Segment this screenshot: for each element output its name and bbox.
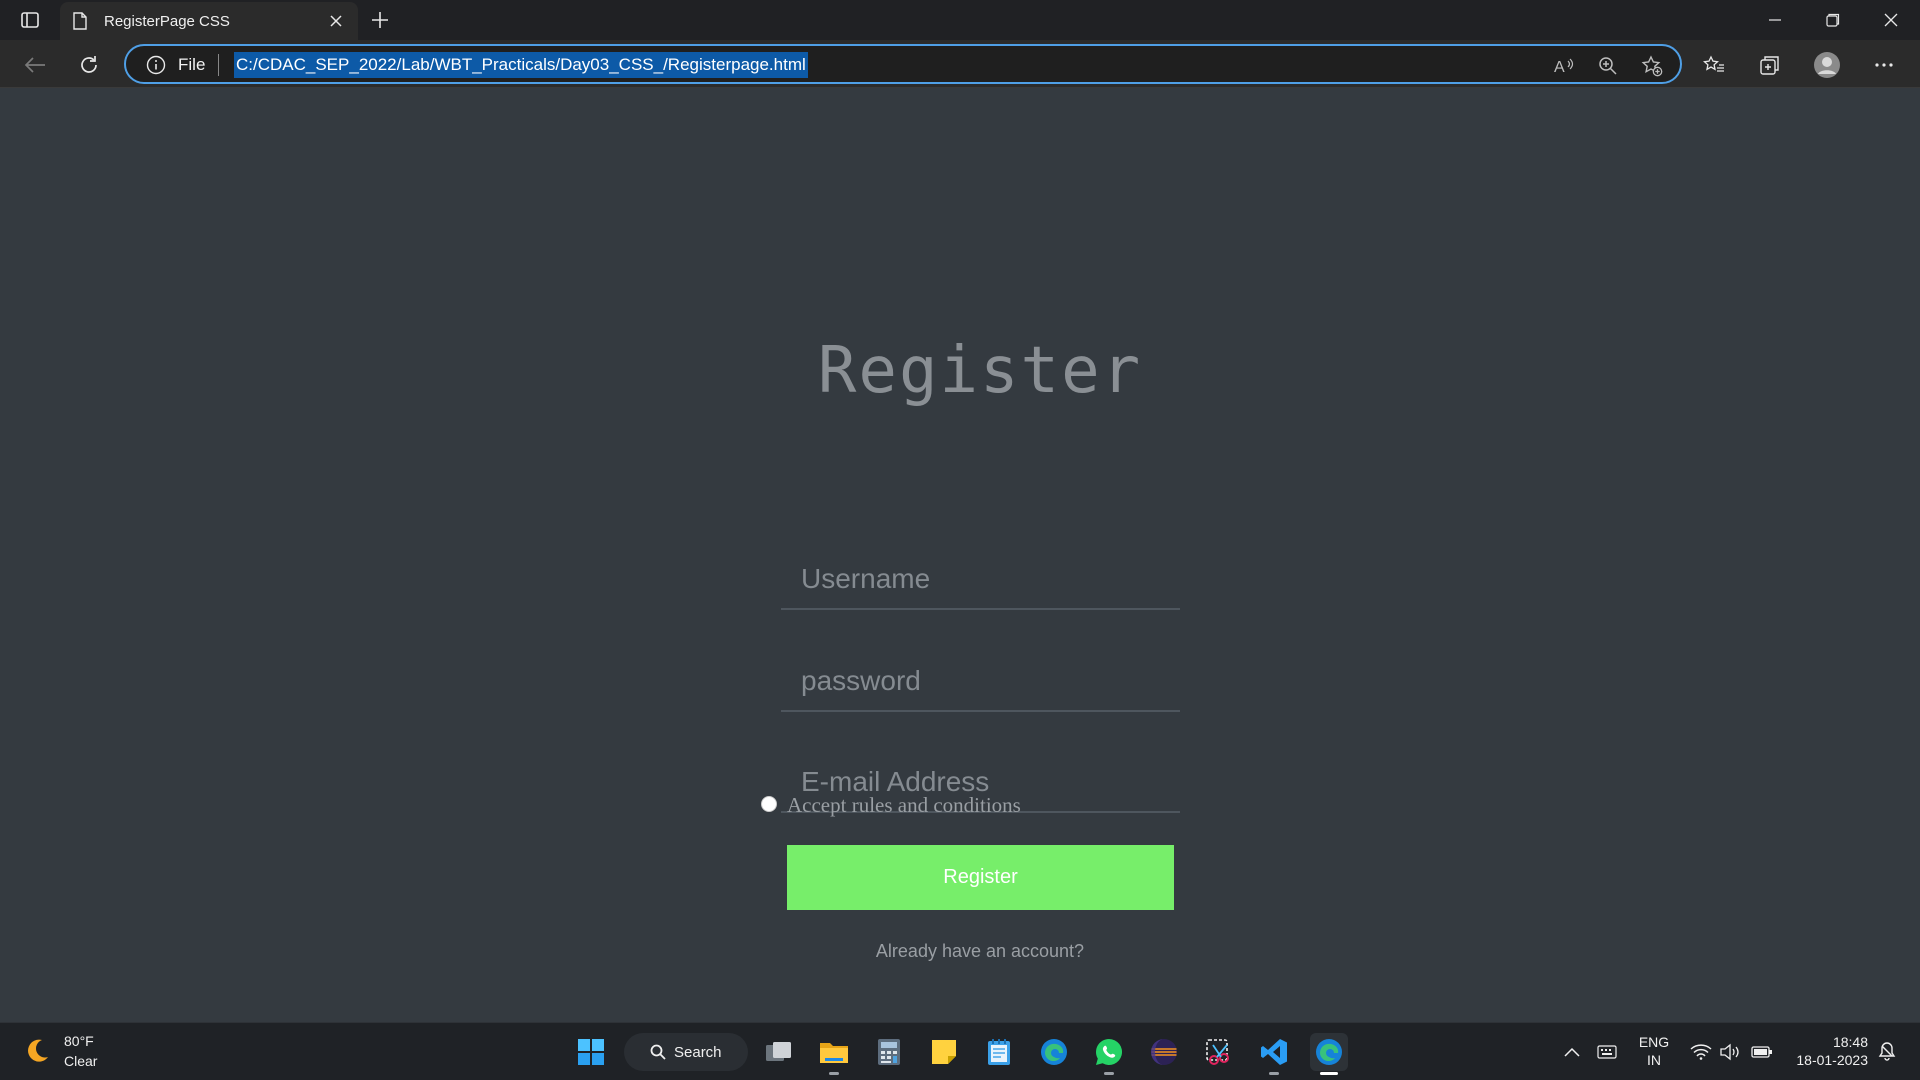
browser-tab-active[interactable]: RegisterPage CSS bbox=[60, 2, 358, 40]
login-link[interactable]: Already have an account? bbox=[780, 941, 1180, 962]
close-icon[interactable] bbox=[326, 11, 346, 31]
wifi-icon[interactable] bbox=[1690, 1041, 1712, 1063]
clock-date: 18-01-2023 bbox=[1796, 1052, 1868, 1068]
edge-icon[interactable] bbox=[1035, 1033, 1073, 1071]
search-label: Search bbox=[674, 1043, 722, 1061]
clock-time: 18:48 bbox=[1832, 1034, 1868, 1050]
browser-tab-bar: RegisterPage CSS bbox=[0, 0, 1920, 40]
svg-text:A: A bbox=[1554, 59, 1565, 76]
calculator-icon[interactable] bbox=[870, 1033, 908, 1071]
eclipse-icon[interactable] bbox=[1145, 1033, 1183, 1071]
weather-condition[interactable]: Clear bbox=[64, 1053, 97, 1069]
tab-title: RegisterPage CSS bbox=[104, 12, 230, 30]
snipping-tool-icon[interactable] bbox=[1200, 1033, 1238, 1071]
windows-icon[interactable] bbox=[572, 1033, 610, 1071]
address-scheme-label: File bbox=[178, 55, 206, 74]
notification-icon[interactable] bbox=[1876, 1041, 1898, 1063]
sticky-notes-icon[interactable] bbox=[925, 1033, 963, 1071]
password-input[interactable] bbox=[781, 652, 1180, 712]
favorites-icon[interactable] bbox=[1700, 51, 1728, 79]
profile-icon[interactable] bbox=[1813, 51, 1841, 79]
vscode-icon[interactable] bbox=[1255, 1033, 1293, 1075]
page-title: Register bbox=[817, 334, 1143, 408]
taskbar-clock[interactable]: 18:48 18-01-2023 bbox=[1790, 1033, 1868, 1069]
read-aloud-icon[interactable]: A bbox=[1552, 54, 1576, 78]
language-region: IN bbox=[1647, 1052, 1661, 1068]
edge-active-icon[interactable] bbox=[1310, 1033, 1348, 1075]
more-icon[interactable] bbox=[1870, 51, 1898, 79]
collections-icon[interactable] bbox=[1756, 51, 1784, 79]
terms-label: Accept rules and conditions bbox=[787, 793, 1021, 817]
language-indicator[interactable]: ENG IN bbox=[1638, 1033, 1670, 1069]
info-icon[interactable] bbox=[146, 55, 166, 75]
taskbar-search[interactable]: Search bbox=[624, 1033, 748, 1071]
volume-icon[interactable] bbox=[1720, 1041, 1742, 1063]
add-favorite-icon[interactable] bbox=[1640, 54, 1664, 78]
keyboard-icon[interactable] bbox=[1596, 1041, 1618, 1063]
notepad-icon[interactable] bbox=[980, 1033, 1018, 1071]
weather-temperature[interactable]: 80°F bbox=[64, 1033, 94, 1049]
refresh-icon[interactable] bbox=[76, 52, 102, 78]
battery-icon[interactable] bbox=[1751, 1041, 1773, 1063]
page-icon bbox=[73, 12, 87, 30]
language-code: ENG bbox=[1638, 1034, 1670, 1050]
moon-icon[interactable] bbox=[22, 1036, 52, 1066]
page-content: Register Accept rules and conditions Reg… bbox=[0, 89, 1920, 1022]
address-bar[interactable]: File C:/CDAC_SEP_2022/Lab/WBT_Practicals… bbox=[124, 44, 1682, 84]
register-button[interactable]: Register bbox=[787, 845, 1174, 910]
file-explorer-icon[interactable] bbox=[815, 1033, 853, 1075]
back-arrow-icon[interactable] bbox=[22, 52, 48, 78]
close-window-icon[interactable] bbox=[1878, 8, 1904, 32]
chevron-up-icon[interactable] bbox=[1561, 1041, 1583, 1063]
address-divider bbox=[218, 54, 219, 76]
task-view-icon[interactable] bbox=[760, 1033, 798, 1071]
zoom-icon[interactable] bbox=[1596, 54, 1620, 78]
restore-icon[interactable] bbox=[1820, 8, 1846, 32]
terms-radio[interactable] bbox=[761, 796, 777, 812]
browser-toolbar: File C:/CDAC_SEP_2022/Lab/WBT_Practicals… bbox=[0, 40, 1920, 88]
address-url-text[interactable]: C:/CDAC_SEP_2022/Lab/WBT_Practicals/Day0… bbox=[234, 52, 808, 78]
taskbar: 80°F Clear Search ENG IN 18:48 18-01-202… bbox=[0, 1022, 1920, 1080]
plus-icon[interactable] bbox=[368, 8, 392, 32]
minimize-icon[interactable] bbox=[1762, 8, 1788, 32]
search-icon bbox=[650, 1044, 666, 1060]
whatsapp-icon[interactable] bbox=[1090, 1033, 1128, 1075]
username-input[interactable] bbox=[781, 550, 1180, 610]
tab-actions-icon[interactable] bbox=[18, 8, 42, 32]
